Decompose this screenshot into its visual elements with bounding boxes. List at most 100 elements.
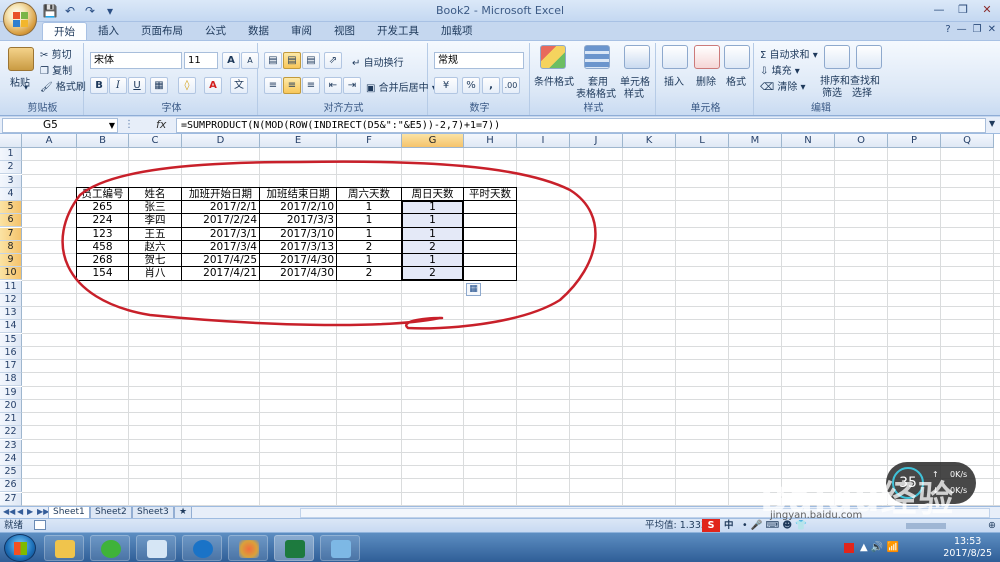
office-button[interactable] — [3, 2, 37, 36]
column-header-i[interactable]: I — [517, 134, 570, 148]
column-header-q[interactable]: Q — [941, 134, 994, 148]
table-cell[interactable]: 赵六 — [129, 241, 181, 254]
bold-button[interactable]: B — [90, 77, 108, 94]
table-cell[interactable]: 肖八 — [129, 267, 181, 280]
row-header-27[interactable]: 27 — [0, 492, 22, 506]
table-cell[interactable]: 2 — [402, 267, 463, 280]
worksheet-grid[interactable]: A B C D E F G H I J K L M N O P Q 1 2 3 4 5 6 7 8 9 10 11 12 13 14 15 16… — [0, 134, 1000, 506]
minimize-icon[interactable]: — — [930, 2, 948, 18]
table-cell[interactable]: 1 — [402, 214, 463, 227]
row-header-15[interactable]: 15 — [0, 333, 22, 347]
row-header-16[interactable]: 16 — [0, 346, 22, 360]
align-top-icon[interactable]: ▤ — [264, 52, 282, 69]
chevron-down-icon[interactable]: ▼ — [109, 119, 115, 132]
column-header-f[interactable]: F — [337, 134, 402, 148]
close-icon[interactable]: ✕ — [978, 2, 996, 18]
tab-data[interactable]: 数据 — [237, 22, 280, 40]
conditional-format-button[interactable]: 条件格式 — [534, 73, 574, 88]
shrink-font-button[interactable]: A — [241, 52, 259, 69]
table-cell[interactable]: 458 — [77, 241, 128, 254]
taskbar-wechat-app[interactable] — [90, 535, 130, 561]
delete-cells-icon[interactable] — [694, 45, 720, 69]
delete-cells-button[interactable]: 删除 — [696, 73, 716, 88]
table-cell[interactable] — [464, 267, 516, 280]
row-header-4[interactable]: 4 — [0, 187, 22, 201]
copy-button[interactable]: ❐ 复制 — [40, 62, 72, 77]
table-cell[interactable]: 王五 — [129, 228, 181, 241]
ime-language[interactable]: 中 — [724, 519, 734, 532]
increase-indent-icon[interactable]: ⇥ — [343, 77, 361, 94]
macro-record-icon[interactable] — [34, 520, 46, 530]
fill-button[interactable]: ⇩ 填充 ▾ — [760, 62, 800, 77]
row-header-8[interactable]: 8 — [0, 240, 22, 254]
sort-filter-icon[interactable] — [824, 45, 850, 69]
table-cell[interactable]: 2017/2/24 — [182, 214, 259, 227]
table-cell[interactable] — [464, 214, 516, 227]
row-header-14[interactable]: 14 — [0, 320, 22, 334]
merge-center-button[interactable]: ▣ 合并后居中 ▾ — [366, 79, 437, 94]
align-middle-icon[interactable]: ▤ — [283, 52, 301, 69]
row-header-2[interactable]: 2 — [0, 161, 22, 175]
table-cell[interactable]: 265 — [77, 201, 128, 214]
column-header-a[interactable]: A — [22, 134, 77, 148]
column-header-h[interactable]: H — [464, 134, 517, 148]
taskbar-paint-app[interactable] — [228, 535, 268, 561]
column-header-n[interactable]: N — [782, 134, 835, 148]
tab-page-layout[interactable]: 页面布局 — [130, 22, 194, 40]
sort-filter-line2[interactable]: 筛选 — [822, 84, 842, 99]
taskbar-excel-app[interactable] — [274, 535, 314, 561]
taskbar-app-7[interactable] — [320, 535, 360, 561]
tab-home[interactable]: 开始 — [42, 22, 87, 40]
table-header-cell[interactable]: 周日天数 — [402, 188, 463, 201]
font-color-icon[interactable]: A — [204, 77, 222, 94]
clock[interactable]: 13:53 2017/8/25 — [943, 536, 992, 560]
column-header-c[interactable]: C — [129, 134, 182, 148]
insert-cells-button[interactable]: 插入 — [664, 73, 684, 88]
table-cell[interactable]: 1 — [337, 254, 401, 267]
table-cell[interactable]: 2017/2/1 — [182, 201, 259, 214]
decrease-indent-icon[interactable]: ⇤ — [324, 77, 342, 94]
select-all-corner[interactable] — [0, 134, 22, 148]
table-cell[interactable] — [464, 254, 516, 267]
table-header-cell[interactable]: 员工编号 — [77, 188, 128, 201]
name-box[interactable]: G5 ▼ — [2, 118, 118, 133]
phonetic-icon[interactable]: 文 — [230, 77, 248, 94]
sogou-ime-icon[interactable]: S — [702, 519, 720, 532]
first-sheet-icon[interactable]: ◀◀ — [3, 507, 15, 516]
table-cell[interactable]: 123 — [77, 228, 128, 241]
row-header-6[interactable]: 6 — [0, 214, 22, 228]
row-header-12[interactable]: 12 — [0, 293, 22, 307]
tab-add-ins[interactable]: 加载项 — [430, 22, 484, 40]
row-header-23[interactable]: 23 — [0, 439, 22, 453]
column-header-g[interactable]: G — [402, 134, 464, 148]
table-cell[interactable]: 2017/4/21 — [182, 267, 259, 280]
table-cell[interactable]: 2017/3/10 — [260, 228, 336, 241]
row-header-22[interactable]: 22 — [0, 426, 22, 440]
table-cell[interactable]: 2017/3/1 — [182, 228, 259, 241]
table-cell[interactable]: 224 — [77, 214, 128, 227]
row-header-26[interactable]: 26 — [0, 479, 22, 493]
column-header-b[interactable]: B — [77, 134, 129, 148]
start-button[interactable] — [4, 534, 36, 562]
clear-button[interactable]: ⌫ 清除 ▾ — [760, 78, 806, 93]
row-header-20[interactable]: 20 — [0, 399, 22, 413]
table-cell[interactable]: 李四 — [129, 214, 181, 227]
percent-button[interactable]: % — [462, 77, 480, 94]
taskbar-files-app[interactable] — [136, 535, 176, 561]
taskbar-sogou-app[interactable] — [182, 535, 222, 561]
comma-button[interactable]: , — [482, 77, 500, 94]
column-header-d[interactable]: D — [182, 134, 260, 148]
table-cell[interactable] — [464, 241, 516, 254]
insert-cells-icon[interactable] — [662, 45, 688, 69]
cell-style-icon[interactable] — [624, 45, 650, 69]
format-painter-button[interactable]: 🖌 格式刷 — [40, 78, 86, 93]
tray-icons[interactable]: ▲ 🔊 📶 — [860, 542, 899, 553]
column-header-m[interactable]: M — [729, 134, 782, 148]
table-cell[interactable]: 2017/3/3 — [260, 214, 336, 227]
column-header-j[interactable]: J — [570, 134, 623, 148]
conditional-format-icon[interactable] — [540, 45, 566, 69]
orientation-icon[interactable]: ⇗ — [324, 52, 342, 69]
row-header-7[interactable]: 7 — [0, 227, 22, 241]
help-icon[interactable]: ? — [945, 24, 950, 35]
autosum-button[interactable]: Σ 自动求和 ▾ — [760, 46, 818, 61]
